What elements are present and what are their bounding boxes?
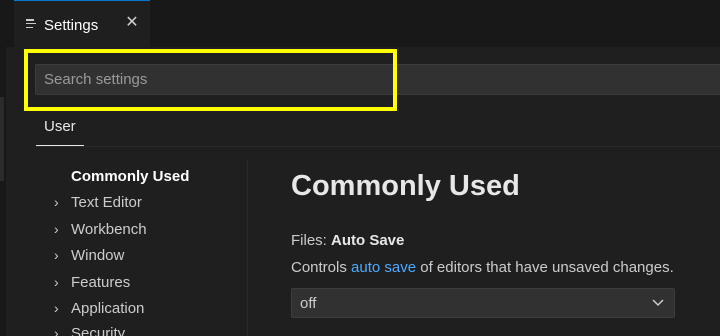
setting-category: Files: — [291, 232, 332, 249]
page-title: Commonly Used — [291, 170, 520, 202]
chevron-right-icon: › — [54, 221, 59, 237]
setting-name: Auto Save — [331, 232, 405, 249]
tab-settings[interactable]: Settings ✕ — [14, 0, 150, 47]
setting-desc-prefix: Controls — [291, 259, 352, 276]
scope-divider — [36, 146, 720, 147]
toc-item-application[interactable]: › Application — [54, 300, 144, 324]
settings-editor: Settings ✕ User Commonly Used › Text Edit… — [0, 0, 720, 336]
auto-save-select[interactable]: off — [291, 288, 675, 318]
toc-item-label: Commonly Used — [71, 168, 190, 185]
select-value: off — [300, 295, 317, 312]
toc-divider — [247, 160, 248, 336]
toc-item-label: Security — [71, 325, 126, 336]
toc-item-text-editor[interactable]: › Text Editor — [54, 194, 142, 218]
toc-item-label: Text Editor — [71, 194, 142, 211]
toc-item-label: Window — [71, 247, 125, 264]
chevron-right-icon: › — [54, 300, 59, 316]
tab-user-label: User — [44, 118, 76, 135]
chevron-right-icon: › — [54, 194, 59, 210]
settings-file-icon — [26, 19, 36, 30]
setting-description: Controls auto save of editors that have … — [291, 259, 674, 276]
toc-item-window[interactable]: › Window — [54, 247, 124, 271]
close-icon[interactable]: ✕ — [122, 13, 142, 33]
chevron-right-icon: › — [54, 325, 59, 336]
setting-title: Files: Auto Save — [291, 232, 404, 249]
toc-item-commonly-used[interactable]: Commonly Used — [71, 168, 189, 192]
tab-user[interactable]: User — [36, 116, 84, 146]
search-input[interactable] — [36, 65, 720, 94]
setting-desc-suffix: of editors that have unsaved changes. — [416, 259, 674, 276]
activity-strip — [0, 0, 6, 336]
sidebar-edge — [0, 97, 4, 181]
auto-save-link[interactable]: auto save — [351, 259, 416, 276]
chevron-down-icon — [652, 299, 664, 307]
tab-label: Settings — [44, 17, 99, 34]
toc-item-features[interactable]: › Features — [54, 274, 130, 298]
toc-item-workbench[interactable]: › Workbench — [54, 221, 147, 245]
chevron-right-icon: › — [54, 247, 59, 263]
toc-item-label: Workbench — [71, 221, 147, 238]
toc-item-security[interactable]: › Security — [54, 325, 125, 336]
chevron-right-icon: › — [54, 274, 59, 290]
toc-item-label: Features — [71, 274, 131, 291]
search-box — [35, 64, 720, 95]
toc-item-label: Application — [71, 300, 145, 317]
